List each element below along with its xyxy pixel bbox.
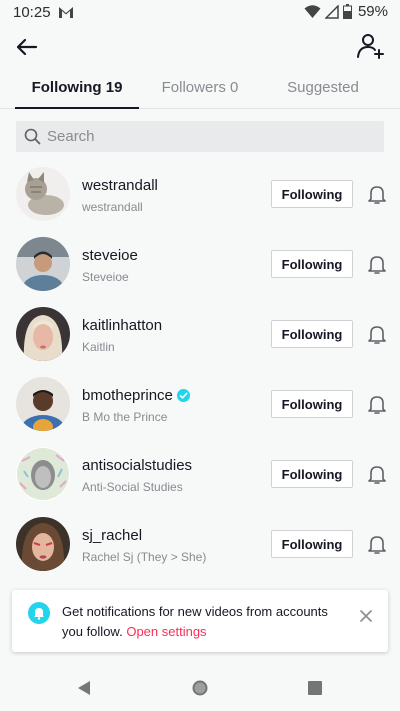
open-settings-link[interactable]: Open settings — [126, 624, 206, 639]
following-button[interactable]: Following — [271, 530, 353, 558]
bell-icon[interactable] — [366, 183, 388, 205]
bell-icon[interactable] — [366, 323, 388, 345]
status-icons: 59% — [304, 3, 388, 20]
avatar[interactable] — [16, 447, 70, 501]
search-input[interactable] — [47, 121, 367, 152]
tab-suggested[interactable]: Suggested — [268, 70, 378, 108]
system-nav-bar — [0, 667, 400, 711]
battery-percent: 59% — [357, 3, 388, 20]
tab-following[interactable]: Following 19 — [15, 70, 139, 109]
bell-badge-icon — [28, 602, 50, 624]
following-button[interactable]: Following — [271, 390, 353, 418]
tab-bar: Following 19 Followers 0 Suggested — [0, 70, 400, 109]
following-button[interactable]: Following — [271, 320, 353, 348]
avatar[interactable] — [16, 377, 70, 431]
display-name: Anti-Social Studies — [82, 480, 183, 494]
nav-recents-icon[interactable] — [307, 680, 323, 696]
list-item[interactable]: bmotheprince B Mo the Prince Following — [0, 369, 400, 439]
bell-icon[interactable] — [366, 253, 388, 275]
bell-icon[interactable] — [366, 463, 388, 485]
list-item[interactable]: antisocialstudies Anti-Social Studies Fo… — [0, 439, 400, 509]
search-bar[interactable] — [16, 121, 384, 152]
avatar[interactable] — [16, 167, 70, 221]
avatar[interactable] — [16, 237, 70, 291]
list-item[interactable]: sj_rachel Rachel Sj (They > She) Followi… — [0, 509, 400, 579]
list-item[interactable]: steveioe Steveioe Following — [0, 229, 400, 299]
display-name: Kaitlin — [82, 340, 115, 354]
back-arrow-icon[interactable] — [12, 32, 42, 62]
wifi-icon — [304, 4, 321, 18]
avatar[interactable] — [16, 307, 70, 361]
following-button[interactable]: Following — [271, 460, 353, 488]
nav-back-icon[interactable] — [75, 679, 93, 697]
bell-icon[interactable] — [366, 393, 388, 415]
list-item[interactable]: westrandall westrandall Following — [0, 159, 400, 229]
bell-icon[interactable] — [366, 533, 388, 555]
display-name: westrandall — [82, 200, 143, 214]
battery-icon — [342, 4, 352, 19]
gmail-icon — [59, 7, 73, 18]
tab-followers[interactable]: Followers 0 — [148, 70, 252, 108]
add-user-icon[interactable] — [356, 31, 386, 61]
status-time: 10:25 — [13, 4, 51, 21]
display-name: Rachel Sj (They > She) — [82, 550, 207, 564]
status-bar: 10:25 59% — [0, 0, 400, 26]
avatar[interactable] — [16, 517, 70, 571]
close-icon[interactable] — [358, 608, 374, 624]
username: steveioe — [82, 247, 138, 264]
display-name: B Mo the Prince — [82, 410, 168, 424]
search-icon — [24, 128, 41, 145]
username: westrandall — [82, 177, 158, 194]
nav-home-icon[interactable] — [191, 679, 209, 697]
list-item[interactable]: kaitlinhatton Kaitlin Following — [0, 299, 400, 369]
username: kaitlinhatton — [82, 317, 163, 334]
signal-icon — [324, 4, 339, 19]
following-list: westrandall westrandall Following stevei… — [0, 159, 400, 579]
app-bar — [0, 28, 400, 64]
notification-banner: Get notifications for new videos from ac… — [12, 590, 388, 652]
banner-message: Get notifications for new videos from ac… — [62, 604, 328, 639]
display-name: Steveioe — [82, 270, 129, 284]
following-button[interactable]: Following — [271, 180, 353, 208]
username: sj_rachel — [82, 527, 143, 544]
following-button[interactable]: Following — [271, 250, 353, 278]
username: bmotheprince — [82, 387, 190, 404]
verified-badge-icon — [176, 389, 190, 402]
username: antisocialstudies — [82, 457, 193, 474]
